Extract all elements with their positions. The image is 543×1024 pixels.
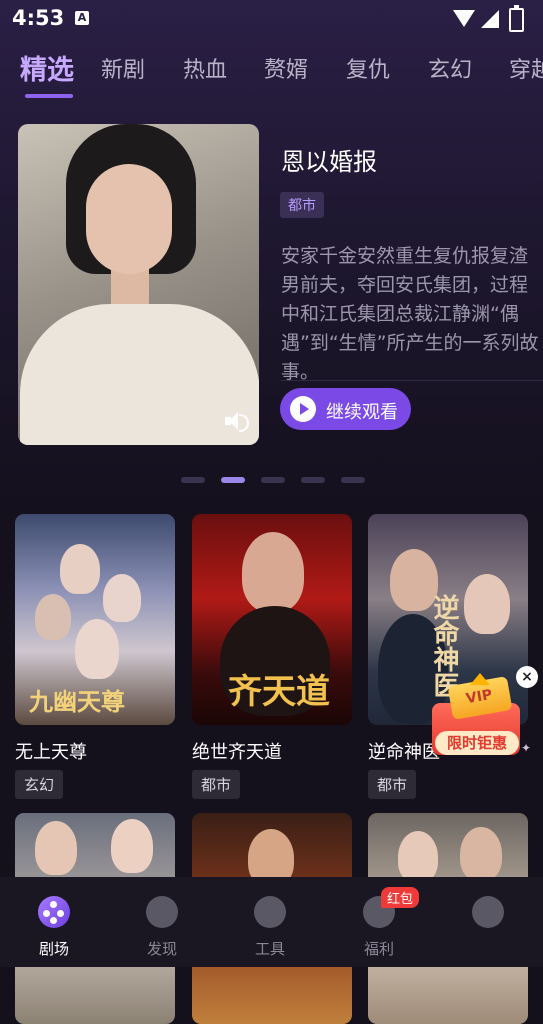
drama-tag-1: 玄幻 [15, 770, 64, 799]
close-icon[interactable]: × [516, 666, 538, 688]
bottom-nav: 剧场 发现 工具 福利 [0, 877, 543, 967]
battery-icon [509, 5, 524, 32]
promo-label: 限时钜惠 [435, 731, 519, 755]
hero-video[interactable] [18, 124, 259, 445]
tab-new[interactable]: 新剧 [101, 52, 145, 84]
red-packet-badge: 红包 [381, 887, 420, 908]
status-bar: 4:53 A [0, 0, 543, 36]
hero-figure-face [86, 164, 172, 274]
carousel-indicator [181, 477, 365, 483]
drama-tag-2: 都市 [192, 770, 241, 799]
carousel-dot[interactable] [181, 477, 205, 483]
notification-icon: A [75, 11, 89, 25]
hero-tag: 都市 [280, 192, 324, 218]
continue-watching-button[interactable]: 继续观看 [280, 388, 411, 430]
poster-figure [60, 544, 100, 594]
poster-figure [398, 831, 438, 883]
carousel-dot-active[interactable] [221, 477, 245, 483]
drama-poster-1[interactable]: 九幽天尊 [15, 514, 175, 725]
planet-icon [146, 896, 178, 928]
poster-figure [35, 594, 71, 640]
nav-profile[interactable] [434, 877, 542, 967]
poster-figure [111, 819, 153, 873]
aperture-icon [254, 896, 286, 928]
nav-label: 工具 [254, 940, 285, 958]
poster-title-art: 齐天道 [228, 672, 330, 712]
poster-figure [35, 821, 77, 875]
chat-face-icon [472, 896, 504, 928]
volume-icon[interactable] [225, 410, 249, 432]
carousel-dot[interactable] [341, 477, 365, 483]
poster-figure [464, 574, 510, 634]
wifi-icon [453, 10, 475, 27]
active-tab-indicator [25, 94, 73, 98]
tab-time-travel[interactable]: 穿越 [509, 52, 543, 84]
category-tabs: 精选 新剧 热血 赘婿 复仇 玄幻 穿越 [0, 52, 543, 102]
status-time: 4:53 [12, 6, 65, 30]
continue-watching-label: 继续观看 [326, 402, 398, 423]
drama-tag-3: 都市 [368, 770, 417, 799]
nav-theater[interactable]: 剧场 [0, 877, 108, 967]
drama-title-2[interactable]: 绝世齐天道 [192, 738, 282, 764]
tab-fantasy[interactable]: 玄幻 [428, 52, 472, 84]
poster-title-art: 九幽天尊 [29, 687, 125, 716]
sparkle-icon: ✦ [521, 741, 532, 755]
carousel-dot[interactable] [301, 477, 325, 483]
crown-icon [470, 673, 490, 685]
poster-figure [103, 574, 141, 622]
hero-title[interactable]: 恩以婚报 [281, 142, 377, 177]
drama-poster-2[interactable]: 齐天道 [192, 514, 352, 725]
signal-icon [481, 10, 499, 28]
nav-label: 发现 [146, 940, 177, 958]
poster-figure [242, 532, 304, 612]
carousel-dot[interactable] [261, 477, 285, 483]
tab-featured[interactable]: 精选 [20, 52, 74, 87]
play-icon [290, 396, 316, 422]
tab-action[interactable]: 热血 [183, 52, 227, 84]
poster-figure [75, 619, 119, 679]
nav-tools[interactable]: 工具 [216, 877, 324, 967]
poster-figure [460, 827, 502, 881]
nav-label: 剧场 [38, 940, 69, 958]
nav-label: 福利 [363, 940, 394, 958]
film-reel-icon [38, 896, 70, 928]
tab-son-in-law[interactable]: 赘婿 [264, 52, 308, 84]
drama-title-3[interactable]: 逆命神医 [368, 738, 440, 764]
drama-title-1[interactable]: 无上天尊 [15, 738, 87, 764]
divider [281, 380, 543, 381]
status-icons [453, 5, 533, 32]
nav-discover[interactable]: 发现 [108, 877, 216, 967]
tab-revenge[interactable]: 复仇 [346, 52, 390, 84]
hero-description: 安家千金安然重生复仇报复渣男前夫，夺回安氏集团，过程中和江氏集团总裁江静渊“偶遇… [281, 245, 539, 382]
hero-figure-body [20, 304, 259, 445]
